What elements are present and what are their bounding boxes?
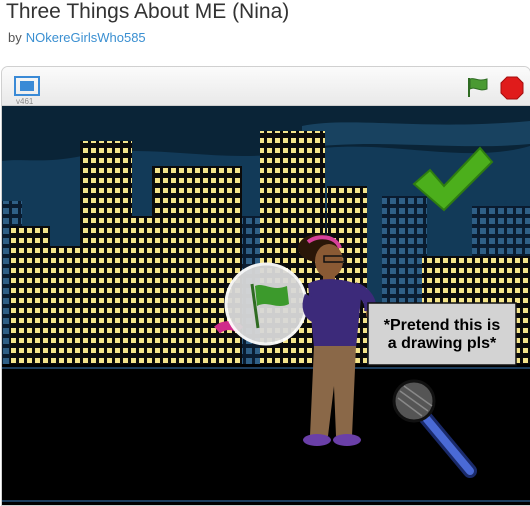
green-flag-icon[interactable] (465, 76, 489, 98)
speech-text: *Pretend this is a drawing pls* (372, 317, 512, 353)
speech-line-2: a drawing pls* (387, 335, 497, 352)
author-link[interactable]: NOkereGirlsWho585 (26, 30, 146, 45)
project-title: Three Things About ME (Nina) (6, 0, 290, 23)
version-label: v461 (16, 97, 34, 106)
fullscreen-icon[interactable] (14, 76, 40, 96)
project-stage[interactable] (2, 106, 530, 505)
project-byline: by NOkereGirlsWho585 (8, 30, 146, 45)
street (2, 364, 530, 505)
player-controls: v461 (2, 67, 530, 106)
project-player: v461 *Pretend this is a drawing pls* (1, 66, 530, 506)
by-label: by (8, 30, 22, 45)
stop-sign-icon[interactable] (500, 76, 524, 100)
speech-line-1: *Pretend this is (383, 317, 501, 334)
